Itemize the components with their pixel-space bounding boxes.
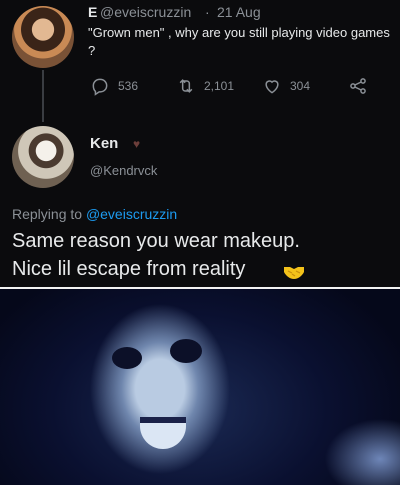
thread-line bbox=[42, 70, 44, 122]
avatar[interactable] bbox=[12, 6, 74, 68]
replying-prefix: Replying to bbox=[12, 206, 83, 222]
share-button[interactable] bbox=[348, 76, 368, 96]
eye-shadow bbox=[112, 347, 142, 369]
author-name[interactable]: E bbox=[88, 4, 97, 20]
retweet-button[interactable]: 2,101 bbox=[176, 76, 234, 96]
reply-button[interactable]: 536 bbox=[90, 76, 138, 96]
eye-shadow bbox=[170, 339, 202, 363]
reply-author-name[interactable]: Ken bbox=[90, 135, 118, 152]
retweet-count: 2,101 bbox=[204, 79, 235, 93]
handshake-emoji-icon bbox=[284, 267, 304, 279]
reply-text-line: Nice lil escape from reality bbox=[12, 258, 246, 280]
reaction-image bbox=[0, 289, 400, 485]
badge-icon: ♥ bbox=[133, 137, 141, 151]
tweet-thread: E @eveiscruzzin · 21 Aug "Grown men" , w… bbox=[0, 0, 400, 287]
like-button[interactable]: 304 bbox=[262, 76, 310, 96]
retweet-icon bbox=[179, 79, 193, 93]
reply-count: 536 bbox=[118, 79, 139, 93]
tweet-text: "Grown men" , why are you still playing … bbox=[88, 25, 390, 58]
reply-author-handle[interactable]: @Kendrvck bbox=[90, 163, 157, 178]
share-icon bbox=[350, 78, 366, 94]
avatar[interactable] bbox=[12, 126, 74, 188]
tweet-date[interactable]: 21 Aug bbox=[217, 4, 261, 20]
replying-to: Replying to @eveiscruzzin bbox=[12, 206, 177, 222]
grin bbox=[140, 417, 186, 449]
tweet-actions: 536 2,101 304 bbox=[90, 76, 390, 98]
reply-text-line: Same reason you wear makeup. bbox=[12, 230, 300, 252]
separator: · bbox=[205, 4, 210, 20]
replying-handle-link[interactable]: @eveiscruzzin bbox=[86, 206, 177, 222]
author-handle[interactable]: @eveiscruzzin bbox=[100, 4, 191, 20]
heart-icon bbox=[265, 80, 279, 94]
reply-icon bbox=[92, 78, 108, 96]
like-count: 304 bbox=[290, 79, 311, 93]
